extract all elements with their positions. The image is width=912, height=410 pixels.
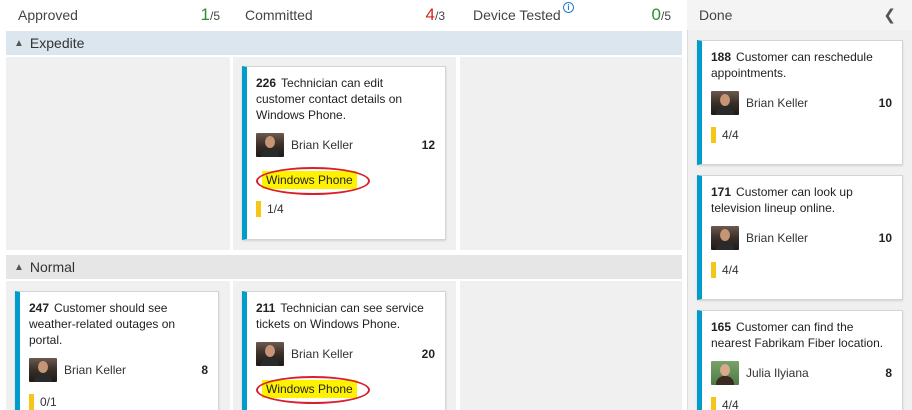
board-cell	[460, 281, 682, 410]
story-points[interactable]: 10	[879, 230, 892, 246]
assignee-name[interactable]: Brian Keller	[746, 95, 808, 111]
info-icon[interactable]: i	[563, 2, 574, 13]
task-progress-bar	[711, 127, 716, 143]
story-points[interactable]: 12	[422, 137, 435, 153]
chevron-up-icon[interactable]: ▲	[14, 38, 24, 49]
avatar	[711, 91, 739, 115]
annotation-circle	[256, 376, 370, 404]
work-item-card[interactable]: 165 Customer can find the nearest Fabrika…	[697, 310, 903, 410]
work-item-card[interactable]: 188 Customer can reschedule appointments.…	[697, 40, 903, 165]
task-count[interactable]: 1/4	[267, 201, 284, 217]
wip-count: 0/5	[651, 5, 671, 24]
avatar	[29, 358, 57, 382]
work-item-card[interactable]: 247 Customer should see weather-related o…	[15, 291, 219, 410]
task-progress-bar	[711, 397, 716, 410]
avatar	[256, 342, 284, 366]
task-count[interactable]: 4/4	[722, 262, 739, 278]
board-cell	[6, 57, 230, 250]
column-header-done[interactable]: Done ❮	[687, 0, 912, 30]
column-header-device-tested[interactable]: Device Tested i 0/5	[473, 0, 681, 30]
task-count[interactable]: 0/1	[40, 394, 57, 410]
wip-count: 1/5	[200, 5, 220, 24]
task-progress-bar	[256, 201, 261, 217]
swimlane-header-expedite[interactable]: ▲ Expedite	[6, 31, 682, 55]
card-title: 211 Technician can see service tickets on…	[256, 301, 424, 331]
work-item-card[interactable]: 211 Technician can see service tickets on…	[242, 291, 446, 410]
chevron-up-icon[interactable]: ▲	[14, 262, 24, 273]
board-cell	[460, 57, 682, 250]
swimlane-label: Normal	[29, 259, 76, 275]
story-points[interactable]: 8	[201, 362, 208, 378]
column-header-approved[interactable]: Approved 1/5	[18, 0, 230, 30]
avatar	[256, 133, 284, 157]
task-count[interactable]: 4/4	[722, 127, 739, 143]
assignee-name[interactable]: Brian Keller	[291, 346, 353, 362]
story-points[interactable]: 20	[422, 346, 435, 362]
avatar	[711, 226, 739, 250]
work-item-card[interactable]: 226 Technician can edit customer contact …	[242, 66, 446, 240]
kanban-board: Approved 1/5 Committed 4/3 Device Tested…	[0, 0, 912, 410]
task-progress-bar	[711, 262, 716, 278]
column-name: Committed	[245, 7, 313, 23]
card-title: 188 Customer can reschedule appointments.	[711, 50, 873, 80]
story-points[interactable]: 8	[885, 365, 892, 381]
card-title: 165 Customer can find the nearest Fabrika…	[711, 320, 884, 350]
assignee-name[interactable]: Brian Keller	[291, 137, 353, 153]
swimlane-header-normal[interactable]: ▲ Normal	[6, 255, 682, 279]
assignee-name[interactable]: Brian Keller	[64, 362, 126, 378]
column-header-committed[interactable]: Committed 4/3	[245, 0, 455, 30]
task-count[interactable]: 4/4	[722, 397, 739, 410]
swimlane-label: Expedite	[29, 35, 85, 51]
avatar	[711, 361, 739, 385]
card-title: 247 Customer should see weather-related o…	[29, 301, 176, 347]
column-name: Done	[699, 7, 733, 23]
column-name: Device Tested	[473, 7, 561, 23]
assignee-name[interactable]: Julia Ilyiana	[746, 365, 809, 381]
card-title: 226 Technician can edit customer contact …	[256, 76, 403, 122]
wip-count: 4/3	[425, 5, 445, 24]
assignee-name[interactable]: Brian Keller	[746, 230, 808, 246]
annotation-circle	[256, 167, 370, 195]
card-title: 171 Customer can look up television lineu…	[711, 185, 853, 215]
chevron-left-icon[interactable]: ❮	[883, 6, 896, 24]
task-progress-bar	[29, 394, 34, 410]
column-name: Approved	[18, 7, 78, 23]
story-points[interactable]: 10	[879, 95, 892, 111]
work-item-card[interactable]: 171 Customer can look up television lineu…	[697, 175, 903, 300]
